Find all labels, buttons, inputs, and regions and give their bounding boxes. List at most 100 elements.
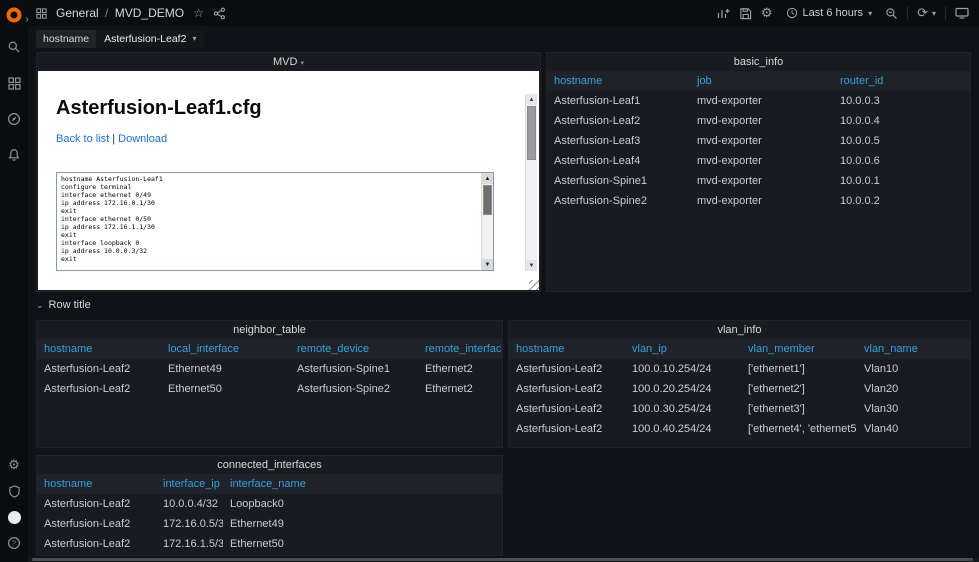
column-header-remote_interface[interactable]: remote_interface (418, 339, 502, 359)
sidebar: › ⚙ ? (0, 0, 29, 562)
table-cell: Asterfusion-Leaf2 (516, 383, 603, 395)
table-cell: Ethernet49 (168, 363, 222, 375)
config-textarea[interactable]: hostname Asterfusion-Leaf1 configure ter… (56, 172, 494, 271)
column-header-hostname[interactable]: hostname (37, 339, 161, 359)
table-cell: 10.0.0.3 (840, 95, 880, 107)
table-row: Asterfusion-Leaf2 172.16.1.5/30 Ethernet50 (37, 534, 502, 554)
table-cell: Asterfusion-Leaf3 (554, 135, 641, 147)
table-cell: Asterfusion-Leaf2 (554, 115, 641, 127)
textarea-scrollbar[interactable]: ▲ ▼ (481, 173, 493, 270)
column-header-vlan_ip[interactable]: vlan_ip (625, 339, 741, 359)
table-cell: 100.0.10.254/24 (632, 363, 712, 375)
panel-resize-handle[interactable] (529, 280, 539, 290)
table-cell: ['ethernet4', 'ethernet5', 'et... (748, 423, 857, 435)
scrollbar-thumb[interactable] (483, 185, 492, 215)
table-row: Asterfusion-Leaf2 100.0.10.254/24 ['ethern… (509, 359, 970, 379)
chevron-down-icon: ⌄ (36, 299, 44, 310)
apps-grid-icon (36, 7, 47, 19)
help-icon[interactable]: ? (0, 530, 28, 556)
table-cell: mvd-exporter (697, 95, 762, 107)
table-row: Asterfusion-Spine1 mvd-exporter 10.0.0.1 (547, 171, 970, 191)
table-cell: Ethernet49 (230, 518, 284, 530)
sidebar-expand-icon[interactable]: › (21, 14, 33, 26)
page-scrollbar[interactable]: ▲ ▼ (525, 94, 537, 271)
search-icon[interactable] (0, 34, 28, 60)
table-cell: Asterfusion-Leaf4 (554, 155, 641, 167)
table-cell: Loopback0 (230, 498, 284, 510)
dashboard-settings-icon[interactable]: ⚙ (761, 5, 773, 21)
panel-title-mvd[interactable]: MVD ▾ (37, 53, 540, 71)
table-cell: 100.0.30.254/24 (632, 403, 712, 415)
table-cell: Ethernet50 (168, 383, 222, 395)
column-header-hostname[interactable]: hostname (509, 339, 625, 359)
horizontal-scrollbar[interactable] (28, 558, 979, 562)
table-header-row: hostname local_interface remote_device remo… (37, 339, 502, 359)
time-range-picker[interactable]: Last 6 hours ▾ (782, 5, 877, 21)
refresh-icon: ⟳ (917, 5, 928, 20)
breadcrumb[interactable]: General / MVD_DEMO (56, 6, 184, 20)
configuration-gear-icon[interactable]: ⚙ (0, 452, 28, 478)
variable-selected-value: Asterfusion-Leaf2 (104, 33, 187, 45)
user-avatar[interactable] (0, 504, 28, 530)
download-link[interactable]: Download (118, 133, 167, 145)
panel-title-vlan-info[interactable]: vlan_info (509, 321, 970, 339)
add-panel-icon[interactable] (716, 6, 730, 20)
column-header-vlan_name[interactable]: vlan_name (857, 339, 970, 359)
variable-label: hostname (36, 30, 97, 48)
table-row: Asterfusion-Leaf2 10.0.0.4/32 Loopback0 (37, 494, 502, 514)
table-cell: 10.0.0.6 (840, 155, 880, 167)
column-header-local_interface[interactable]: local_interface (161, 339, 290, 359)
table-cell: 10.0.0.4 (840, 115, 880, 127)
embedded-config-page: Asterfusion-Leaf1.cfg Back to list | Dow… (38, 71, 539, 290)
scrollbar-thumb[interactable] (32, 558, 973, 561)
star-icon[interactable]: ☆ (193, 6, 204, 20)
panel-neighbor-table: neighbor_table hostname local_interface re… (36, 320, 503, 448)
table-row: Asterfusion-Leaf2 100.0.20.254/24 ['ethern… (509, 379, 970, 399)
column-header-interface_name[interactable]: interface_name (223, 474, 502, 494)
panel-connected-interfaces: connected_interfaces hostname interface_i… (36, 455, 503, 556)
dashboard-row-toggle[interactable]: ⌄ Row title (36, 298, 91, 312)
dashboard-title[interactable]: MVD_DEMO (115, 6, 184, 20)
panel-title-connected-interfaces[interactable]: connected_interfaces (37, 456, 502, 474)
refresh-button[interactable]: ⟳ ▾ (917, 5, 936, 21)
server-admin-shield-icon[interactable] (0, 478, 28, 504)
table-cell: mvd-exporter (697, 175, 762, 187)
column-header-router_id[interactable]: router_id (833, 71, 970, 91)
scrollbar-thumb[interactable] (527, 106, 536, 160)
panel-title-neighbor-table[interactable]: neighbor_table (37, 321, 502, 339)
column-header-job[interactable]: job (690, 71, 833, 91)
column-header-interface_ip[interactable]: interface_ip (156, 474, 223, 494)
scroll-down-icon[interactable]: ▼ (526, 260, 537, 271)
cycle-view-tv-icon[interactable] (955, 6, 969, 20)
panel-mvd: MVD ▾ Asterfusion-Leaf1.cfg Back to list … (36, 52, 541, 292)
table-cell: 10.0.0.5 (840, 135, 880, 147)
column-header-hostname[interactable]: hostname (547, 71, 690, 91)
table-cell: Asterfusion-Leaf2 (44, 363, 131, 375)
back-to-list-link[interactable]: Back to list (56, 133, 109, 145)
explore-icon[interactable] (0, 106, 28, 132)
row-title-label: Row title (48, 299, 91, 311)
config-text: hostname Asterfusion-Leaf1 configure ter… (61, 175, 163, 263)
scroll-down-icon[interactable]: ▼ (482, 259, 493, 270)
table-cell: Asterfusion-Spine1 (297, 363, 390, 375)
column-header-vlan_member[interactable]: vlan_member (741, 339, 857, 359)
dashboards-icon[interactable] (0, 70, 28, 96)
panel-title-basic-info[interactable]: basic_info (547, 53, 970, 71)
column-header-hostname[interactable]: hostname (37, 474, 156, 494)
scroll-up-icon[interactable]: ▲ (526, 94, 537, 105)
basic-info-table: hostname job router_id Asterfusion-Leaf1 mvd… (547, 71, 970, 211)
table-cell: Ethernet2 (425, 363, 473, 375)
save-dashboard-icon[interactable] (739, 7, 752, 20)
table-cell: Asterfusion-Leaf2 (516, 403, 603, 415)
column-header-remote_device[interactable]: remote_device (290, 339, 418, 359)
breadcrumb-folder[interactable]: General (56, 6, 99, 20)
table-row: Asterfusion-Leaf2 100.0.30.254/24 ['ethern… (509, 399, 970, 419)
scroll-up-icon[interactable]: ▲ (482, 173, 493, 184)
variable-value-dropdown[interactable]: Asterfusion-Leaf2 ▾ (96, 30, 205, 48)
zoom-out-icon[interactable] (885, 7, 898, 20)
share-icon[interactable] (213, 7, 226, 20)
avatar-circle-icon (7, 510, 21, 524)
alerting-bell-icon[interactable] (0, 142, 28, 168)
chevron-down-icon: ▾ (931, 8, 936, 18)
table-cell: ['ethernet1'] (748, 363, 805, 375)
